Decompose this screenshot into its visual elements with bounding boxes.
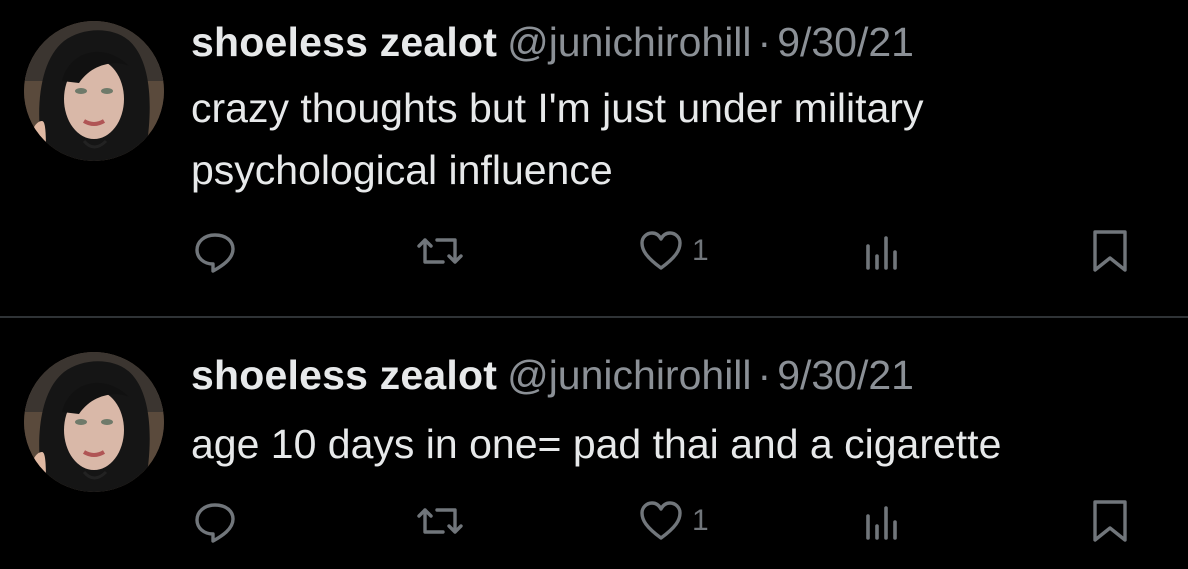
- tweet-header: shoeless zealot @junichirohill · 9/30/21: [191, 17, 914, 67]
- tweet-date[interactable]: 9/30/21: [777, 19, 914, 65]
- analytics-icon: [862, 228, 902, 274]
- tweet[interactable]: shoeless zealot @junichirohill · 9/30/21 ag…: [0, 318, 1188, 569]
- retweet-button[interactable]: [415, 496, 465, 546]
- tweet-header: shoeless zealot @junichirohill · 9/30/21: [191, 350, 914, 400]
- tweet-date[interactable]: 9/30/21: [777, 352, 914, 398]
- like-count: 1: [692, 234, 709, 267]
- avatar[interactable]: [24, 21, 164, 161]
- separator-dot: ·: [757, 19, 772, 65]
- like-count: 1: [692, 504, 709, 537]
- bookmark-button[interactable]: [1090, 496, 1130, 546]
- bookmark-icon: [1090, 498, 1130, 544]
- views-button[interactable]: [862, 496, 902, 546]
- retweet-button[interactable]: [415, 226, 465, 276]
- tweet-text: crazy thoughts but I'm just under milita…: [191, 85, 924, 193]
- like-button[interactable]: 1: [638, 226, 709, 276]
- heart-icon: [638, 498, 684, 544]
- author-handle[interactable]: @junichirohill: [507, 352, 751, 398]
- bookmark-button[interactable]: [1090, 226, 1130, 276]
- tweet-actions: 1: [190, 496, 1140, 546]
- retweet-icon: [415, 228, 465, 274]
- avatar[interactable]: [24, 352, 164, 492]
- heart-icon: [638, 228, 684, 274]
- tweet[interactable]: shoeless zealot @junichirohill · 9/30/21 cr…: [0, 0, 1188, 316]
- tweet-text: age 10 days in one= pad thai and a cigar…: [191, 421, 1002, 467]
- views-button[interactable]: [862, 226, 902, 276]
- author-name[interactable]: shoeless zealot: [191, 352, 497, 398]
- like-button[interactable]: 1: [638, 496, 709, 546]
- reply-icon: [192, 228, 238, 274]
- tweet-actions: 1: [190, 226, 1140, 276]
- analytics-icon: [862, 498, 902, 544]
- retweet-icon: [415, 498, 465, 544]
- author-name[interactable]: shoeless zealot: [191, 19, 497, 65]
- separator-dot: ·: [757, 352, 772, 398]
- reply-button[interactable]: [192, 226, 238, 276]
- reply-button[interactable]: [192, 496, 238, 546]
- reply-icon: [192, 498, 238, 544]
- author-handle[interactable]: @junichirohill: [507, 19, 751, 65]
- bookmark-icon: [1090, 228, 1130, 274]
